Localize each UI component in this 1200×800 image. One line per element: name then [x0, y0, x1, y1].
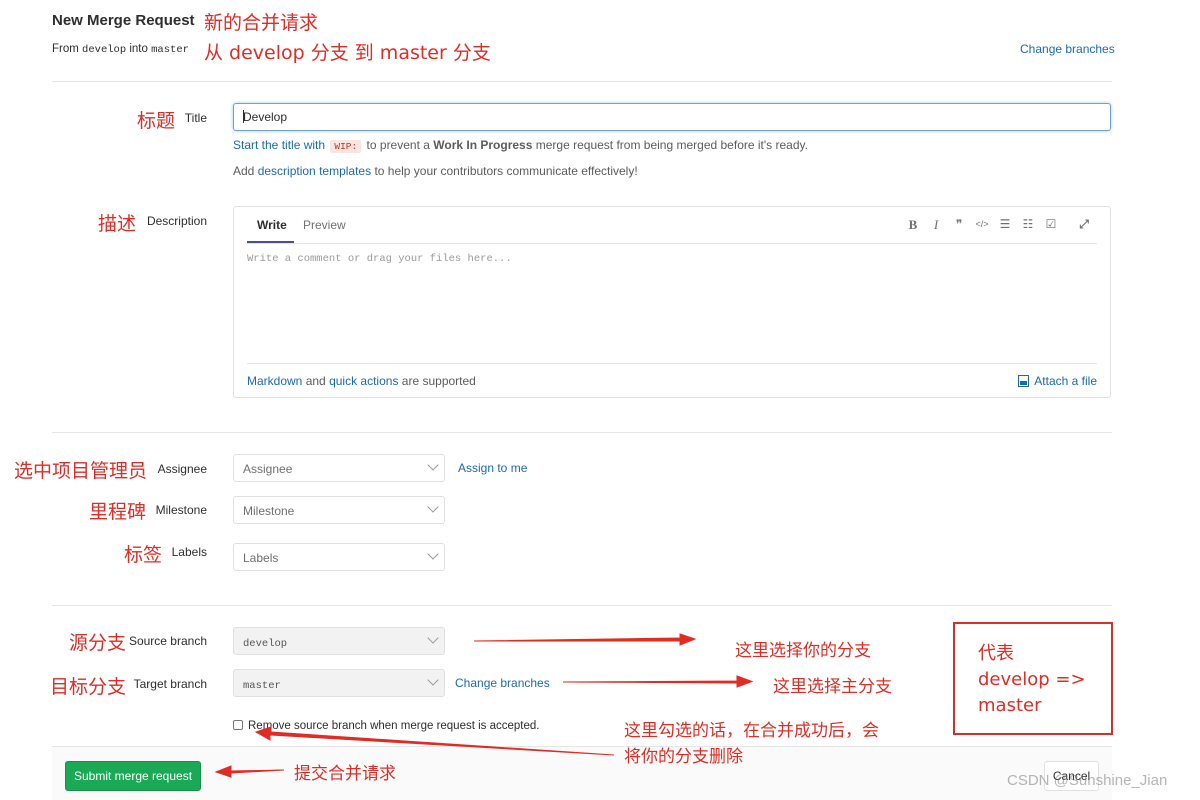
title-input[interactable]: Develop	[233, 103, 1111, 131]
code-icon[interactable]: </>	[974, 219, 990, 229]
chevron-down-icon	[427, 548, 439, 560]
form-actions-bar	[52, 746, 1112, 800]
annotation-title: 标题	[137, 110, 176, 132]
task-list-icon[interactable]: ☑	[1043, 217, 1059, 231]
target-branch-code: master	[151, 44, 189, 56]
annotation-remove-line1: 这里勾选的话，在合并成功后，会	[624, 721, 879, 741]
annotation-milestone: 里程碑	[89, 501, 147, 523]
arrow-to-choose-yours	[473, 633, 697, 646]
annotation-new-mr: 新的合并请求	[204, 12, 319, 34]
attach-file-label: Attach a file	[1034, 374, 1097, 388]
italic-icon[interactable]: I	[928, 217, 944, 233]
arrow-to-choose-main	[562, 675, 754, 688]
into-text: into	[129, 43, 148, 55]
milestone-select-value: Milestone	[243, 504, 295, 518]
chevron-down-icon	[427, 501, 439, 513]
description-textarea[interactable]: Write a comment or drag your files here.…	[247, 253, 512, 265]
change-branches-link-bottom[interactable]: Change branches	[455, 676, 550, 690]
annotation-from-to: 从 develop 分支 到 master 分支	[204, 42, 491, 64]
attach-file-button[interactable]: Attach a file	[1018, 374, 1097, 388]
wip-help-text: Start the title with WIP: to prevent a W…	[233, 138, 808, 153]
annotation-box: 代表 develop => master	[953, 622, 1113, 735]
submit-merge-request-button[interactable]: Submit merge request	[65, 761, 201, 791]
tab-preview[interactable]: Preview	[303, 218, 346, 232]
annotation-submit: 提交合并请求	[294, 764, 396, 784]
from-prefix: From	[52, 43, 79, 55]
remove-source-branch-label: Remove source branch when merge request …	[248, 720, 540, 732]
labels-select-value: Labels	[243, 551, 279, 565]
milestone-select[interactable]: Milestone	[233, 496, 445, 524]
chevron-down-icon	[427, 632, 439, 644]
annotation-target: 目标分支	[50, 676, 127, 698]
change-branches-link[interactable]: Change branches	[1020, 42, 1115, 56]
assignee-select-value: Assignee	[243, 462, 293, 476]
divider	[52, 605, 1112, 606]
help-to-prevent: to prevent a	[366, 138, 430, 152]
source-branch-select[interactable]: develop	[233, 627, 445, 655]
editor-tabs: Write Preview B I ❞ </> ☰ ☷ ☑ ⤢	[247, 207, 1097, 244]
target-branch-value: master	[243, 680, 281, 692]
wip-code: WIP:	[330, 140, 362, 153]
annotation-choose-main: 这里选择主分支	[773, 677, 892, 697]
remove-source-branch-checkbox[interactable]	[233, 720, 243, 730]
annotation-assignee: 选中项目管理员	[14, 460, 148, 482]
title-label: Title	[184, 111, 207, 125]
annotation-source: 源分支	[69, 632, 127, 654]
templates-help-text: Add description templates to help your c…	[233, 164, 638, 178]
annotation-choose-yours: 这里选择你的分支	[735, 641, 871, 661]
help-wip-bold: Work In Progress	[433, 138, 533, 152]
help-rest: merge request from being merged before i…	[535, 138, 808, 152]
bold-icon[interactable]: B	[905, 217, 921, 233]
description-editor: Write Preview B I ❞ </> ☰ ☷ ☑ ⤢ Write a …	[233, 206, 1111, 398]
numbered-list-icon[interactable]: ☷	[1020, 217, 1036, 231]
image-icon	[1018, 375, 1030, 387]
bullet-list-icon[interactable]: ☰	[997, 217, 1013, 231]
remove-source-branch-option[interactable]: Remove source branch when merge request …	[233, 720, 540, 732]
annotation-remove-line2: 将你的分支删除	[624, 747, 743, 767]
markdown-link[interactable]: Markdown	[247, 374, 302, 388]
annotation-labels: 标签	[124, 544, 163, 566]
description-templates-link[interactable]: description templates	[258, 164, 371, 178]
target-branch-select[interactable]: master	[233, 669, 445, 697]
assignee-select[interactable]: Assignee	[233, 454, 445, 482]
annotation-box-line2: develop =>	[978, 669, 1086, 690]
help-templates-rest: to help your contributors communicate ef…	[374, 164, 638, 178]
start-title-link[interactable]: Start the title with	[233, 138, 325, 152]
chevron-down-icon	[427, 459, 439, 471]
title-input-value: Develop	[243, 110, 288, 124]
divider	[52, 432, 1112, 433]
tab-write[interactable]: Write	[257, 218, 287, 232]
page-title: New Merge Request	[52, 12, 195, 29]
divider	[52, 81, 1112, 82]
help-add: Add	[233, 164, 255, 178]
source-branch-code: develop	[82, 44, 127, 56]
annotation-box-line3: master	[978, 695, 1042, 716]
annotation-box-line1: 代表	[978, 643, 1014, 664]
assign-to-me-link[interactable]: Assign to me	[458, 461, 527, 475]
source-branch-value: develop	[243, 638, 288, 650]
watermark: CSDN @Sunshine_Jian	[1007, 772, 1168, 789]
markdown-and: and	[305, 374, 326, 388]
editor-footer-divider	[247, 363, 1097, 364]
quick-actions-link[interactable]: quick actions	[329, 374, 398, 388]
chevron-down-icon	[427, 674, 439, 686]
annotation-description: 描述	[98, 213, 137, 235]
fullscreen-icon[interactable]: ⤢	[1076, 217, 1092, 232]
branch-summary: From develop into master	[52, 43, 189, 56]
labels-select[interactable]: Labels	[233, 543, 445, 571]
active-tab-indicator	[247, 241, 294, 243]
markdown-note: Markdown and quick actions are supported	[247, 374, 476, 388]
quote-icon[interactable]: ❞	[951, 217, 967, 231]
markdown-supported: are supported	[401, 374, 476, 388]
